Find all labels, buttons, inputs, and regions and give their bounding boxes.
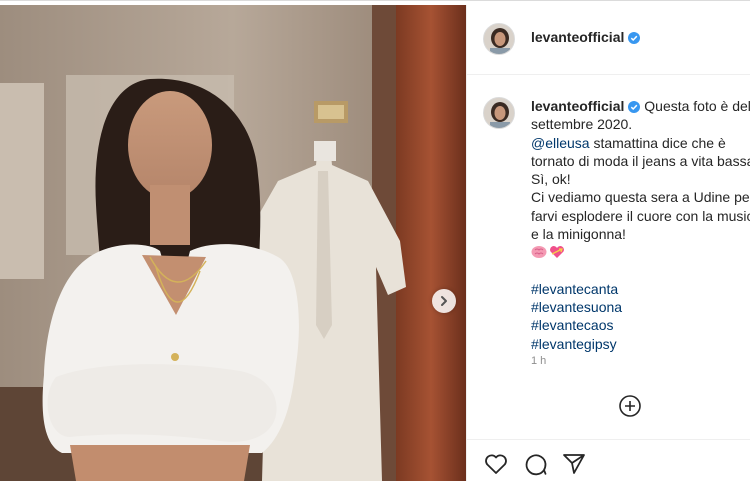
verified-badge-icon: [628, 32, 641, 44]
like-button[interactable]: [483, 451, 509, 477]
caption-username-link[interactable]: levanteofficial: [531, 98, 624, 114]
hashtag-line-2: #levantesuona: [531, 298, 750, 316]
mention-link[interactable]: @elleusa: [531, 135, 590, 151]
post-side-panel: levanteofficial levanteofficial Questa f…: [466, 5, 750, 481]
share-button[interactable]: [561, 451, 587, 477]
comment-icon: [525, 454, 547, 476]
hashtag-link[interactable]: #levantecaos: [531, 317, 614, 333]
paper-plane-icon: [563, 454, 585, 474]
caption-line-7: farvi esplodere il cuore con la musica: [531, 207, 750, 224]
hashtag-line-4: #levantegipsy: [531, 335, 750, 353]
post-photo-illustration: [0, 5, 466, 481]
post-photo[interactable]: [0, 5, 466, 481]
caption-avatar[interactable]: [483, 97, 515, 129]
avatar-image: [484, 24, 514, 54]
header-username-row: levanteofficial: [531, 29, 641, 47]
avatar[interactable]: [483, 23, 515, 55]
hashtag-link[interactable]: #levantecanta: [531, 281, 618, 297]
instagram-post: levanteofficial levanteofficial Questa f…: [0, 0, 750, 481]
chevron-right-icon: [441, 296, 447, 306]
caption-line-1: levanteofficial Questa foto è del: [531, 97, 750, 115]
post-timestamp[interactable]: 1 h: [531, 355, 546, 367]
hashtag-line-3: #levantecaos: [531, 316, 750, 334]
caption-line-3: @elleusa stamattina dice che è: [531, 134, 750, 152]
plus-circle-icon: [619, 395, 641, 417]
username-link[interactable]: levanteofficial: [531, 29, 624, 45]
caption-line-5: Sì, ok!: [531, 171, 571, 188]
caption-text-start: Questa foto è del: [644, 98, 750, 114]
comment-button[interactable]: [523, 451, 549, 477]
load-more-comments-button[interactable]: [619, 395, 641, 417]
hashtag-link[interactable]: #levantesuona: [531, 299, 622, 315]
caption-line-8: e la minigonna!: [531, 226, 626, 243]
carousel-next-button[interactable]: [432, 289, 456, 313]
brain-emoji: [531, 246, 547, 259]
heart-icon: [485, 454, 507, 474]
caption-line-4: tornato di moda il jeans a vita bassa: [531, 152, 750, 169]
post-header: levanteofficial: [467, 5, 750, 75]
caption-line-3-text: stamattina dice che è: [589, 134, 726, 151]
hashtag-link[interactable]: #levantegipsy: [531, 336, 617, 352]
hashtag-line-1: #levantecanta: [531, 280, 750, 298]
caption-emoji-line: [531, 243, 750, 261]
caption-line-2: settembre 2020.: [531, 116, 633, 133]
caption-avatar-image: [484, 98, 514, 128]
post-caption: levanteofficial Questa foto è del settem…: [531, 97, 750, 353]
caption-line-6: Ci vediamo questa sera a Udine per: [531, 189, 750, 206]
post-actions-bar: [467, 439, 750, 481]
heart-with-ribbon-emoji: [550, 246, 564, 259]
verified-badge-icon: [628, 101, 641, 113]
